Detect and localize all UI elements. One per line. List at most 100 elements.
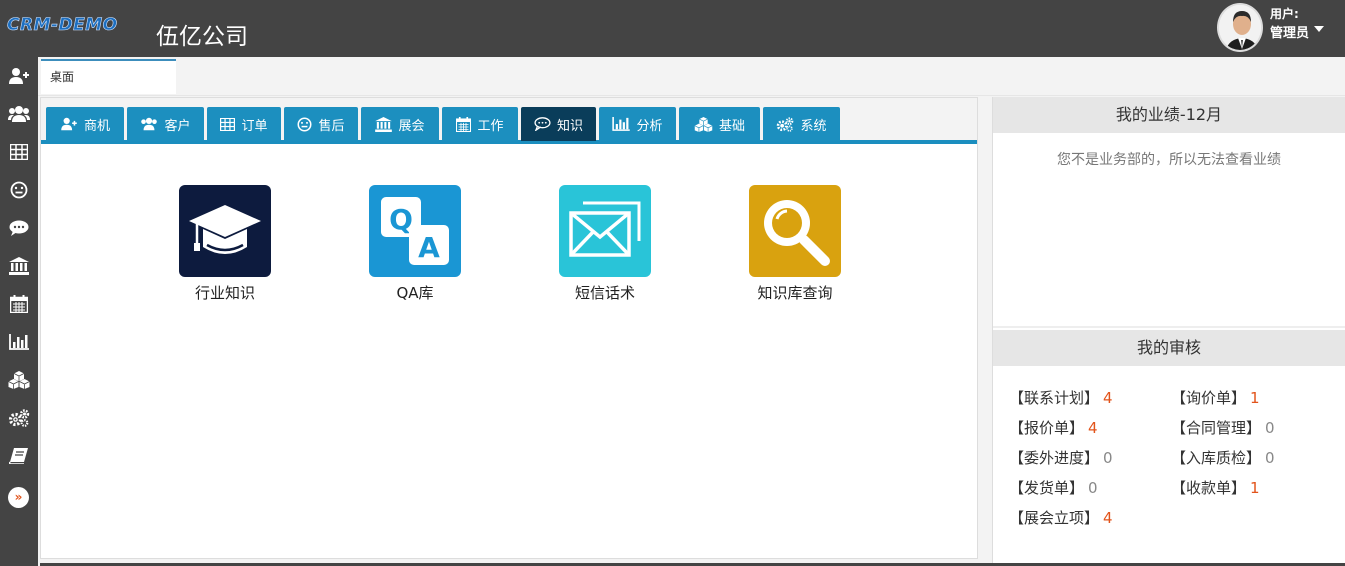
sidebar-item-knowledge[interactable]: [0, 209, 38, 247]
nav-tab-label: 展会: [398, 118, 425, 134]
nav-tab-label: 分析: [636, 118, 663, 134]
audit-label[interactable]: 【询价单】: [1171, 389, 1246, 407]
cubes-icon: [694, 116, 713, 132]
tile-icon-box[interactable]: [559, 185, 651, 277]
nav-tab-label: 客户: [164, 118, 191, 134]
table-icon: [10, 144, 28, 160]
nav-tab-customer[interactable]: 客户: [127, 107, 204, 141]
audit-item-contract[interactable]: 【合同管理】 0: [1171, 417, 1275, 438]
user-plus-icon: [61, 117, 77, 131]
tile-industry-knowledge[interactable]: 行业知识: [165, 185, 285, 303]
nav-tab-label: 系统: [800, 118, 827, 134]
audit-count[interactable]: 0: [1103, 449, 1113, 467]
smile-icon: [297, 117, 312, 131]
nav-tab-base[interactable]: 基础: [679, 107, 760, 141]
tile-sms-scripts[interactable]: 短信话术: [545, 185, 665, 303]
audit-item-shipping[interactable]: 【发货单】 0: [1009, 477, 1098, 498]
tile-label[interactable]: 短信话术: [545, 282, 665, 303]
sidebar-item-analysis[interactable]: [0, 323, 38, 361]
audit-label[interactable]: 【收款单】: [1171, 479, 1246, 497]
bank-icon: [9, 257, 29, 275]
crm-demo-logo[interactable]: CRM-DEMO: [6, 12, 124, 36]
sidebar-item-system[interactable]: [0, 399, 38, 437]
gears-icon: [777, 116, 794, 132]
audit-label[interactable]: 【入库质检】: [1171, 449, 1261, 467]
user-dropdown-caret-icon[interactable]: [1314, 26, 1324, 32]
audit-label[interactable]: 【报价单】: [1009, 419, 1084, 437]
nav-tab-label: 售后: [318, 118, 345, 134]
tile-knowledge-search[interactable]: 知识库查询: [735, 185, 855, 303]
sidebar-item-customer[interactable]: [0, 95, 38, 133]
qa-icon: QA: [381, 197, 449, 265]
app-window: CRM-DEMO 伍亿公司 用户: 管理员 » 桌面 商机 客户 订单 售后 展…: [0, 0, 1345, 566]
tab-desktop[interactable]: 桌面: [41, 59, 176, 94]
audit-count[interactable]: 4: [1088, 419, 1098, 437]
user-plus-icon: [9, 68, 29, 84]
sidebar-item-exhibition[interactable]: [0, 247, 38, 285]
user-name[interactable]: 管理员: [1270, 22, 1309, 41]
book-icon: [9, 448, 28, 464]
tile-label[interactable]: 知识库查询: [735, 282, 855, 303]
nav-tab-work[interactable]: 工作: [442, 107, 518, 141]
graduation-cap-icon: [189, 205, 261, 254]
user-label: 用户:: [1270, 7, 1299, 21]
bar-chart-icon: [612, 117, 631, 131]
sidebar-item-work[interactable]: [0, 285, 38, 323]
tile-icon-box[interactable]: [179, 185, 271, 277]
audit-label[interactable]: 【联系计划】: [1009, 389, 1099, 407]
sidebar-item-aftersale[interactable]: [0, 171, 38, 209]
tile-icon-box[interactable]: QA: [369, 185, 461, 277]
audit-label[interactable]: 【合同管理】: [1171, 419, 1261, 437]
audit-item-inbound-qc[interactable]: 【入库质检】 0: [1171, 447, 1275, 468]
tile-qa-library[interactable]: QA QA库: [355, 185, 475, 303]
sidebar-expand-button[interactable]: »: [8, 487, 29, 508]
audit-item-inquiry[interactable]: 【询价单】 1: [1171, 387, 1260, 408]
audit-count[interactable]: 4: [1103, 389, 1113, 407]
bank-icon: [375, 116, 393, 132]
svg-text:A: A: [418, 231, 440, 264]
sidebar-item-order[interactable]: [0, 133, 38, 171]
magnifier-icon: [764, 200, 830, 266]
audit-item-outsourcing[interactable]: 【委外进度】 0: [1009, 447, 1113, 468]
bar-chart-icon: [9, 334, 29, 350]
nav-tab-knowledge[interactable]: 知识: [521, 107, 596, 141]
audit-count[interactable]: 0: [1088, 479, 1098, 497]
tile-icon-box[interactable]: [749, 185, 841, 277]
comment-icon: [9, 220, 29, 236]
logo-text: CRM-DEMO: [7, 15, 118, 35]
audit-item-exhibition-project[interactable]: 【展会立项】 4: [1009, 507, 1113, 528]
users-icon: [8, 106, 30, 122]
tile-label[interactable]: QA库: [355, 282, 475, 303]
sidebar-item-base[interactable]: [0, 361, 38, 399]
table-icon: [220, 117, 236, 131]
audit-count[interactable]: 0: [1265, 449, 1275, 467]
nav-tab-analysis[interactable]: 分析: [599, 107, 676, 141]
performance-title: 我的业绩-12月: [993, 97, 1345, 133]
nav-tab-aftersale[interactable]: 售后: [284, 107, 358, 141]
nav-tab-label: 工作: [477, 118, 504, 134]
audit-label[interactable]: 【展会立项】: [1009, 509, 1099, 527]
audit-count[interactable]: 0: [1265, 419, 1275, 437]
audit-item-quote[interactable]: 【报价单】 4: [1009, 417, 1098, 438]
audit-count[interactable]: 1: [1250, 389, 1260, 407]
audit-label[interactable]: 【发货单】: [1009, 479, 1084, 497]
audit-count[interactable]: 4: [1103, 509, 1113, 527]
nav-tab-label: 基础: [718, 118, 745, 134]
nav-tab-label: 订单: [241, 118, 268, 134]
sidebar-item-opportunity[interactable]: [0, 57, 38, 95]
audit-count[interactable]: 1: [1250, 479, 1260, 497]
nav-tab-label: 商机: [83, 118, 110, 134]
nav-tab-exhibition[interactable]: 展会: [361, 107, 439, 141]
comment-icon: [534, 117, 551, 131]
avatar[interactable]: [1217, 3, 1263, 52]
nav-tab-system[interactable]: 系统: [763, 107, 840, 141]
performance-notice: 您不是业务部的，所以无法查看业绩: [1057, 152, 1281, 168]
audit-item-receipt[interactable]: 【收款单】 1: [1171, 477, 1260, 498]
sidebar-item-book[interactable]: [0, 437, 38, 475]
page-tab-strip: 桌面: [38, 57, 1345, 96]
audit-label[interactable]: 【委外进度】: [1009, 449, 1099, 467]
nav-tab-order[interactable]: 订单: [207, 107, 281, 141]
audit-item-contact-plan[interactable]: 【联系计划】 4: [1009, 387, 1113, 408]
tile-label[interactable]: 行业知识: [165, 282, 285, 303]
nav-tab-opportunity[interactable]: 商机: [46, 107, 124, 141]
